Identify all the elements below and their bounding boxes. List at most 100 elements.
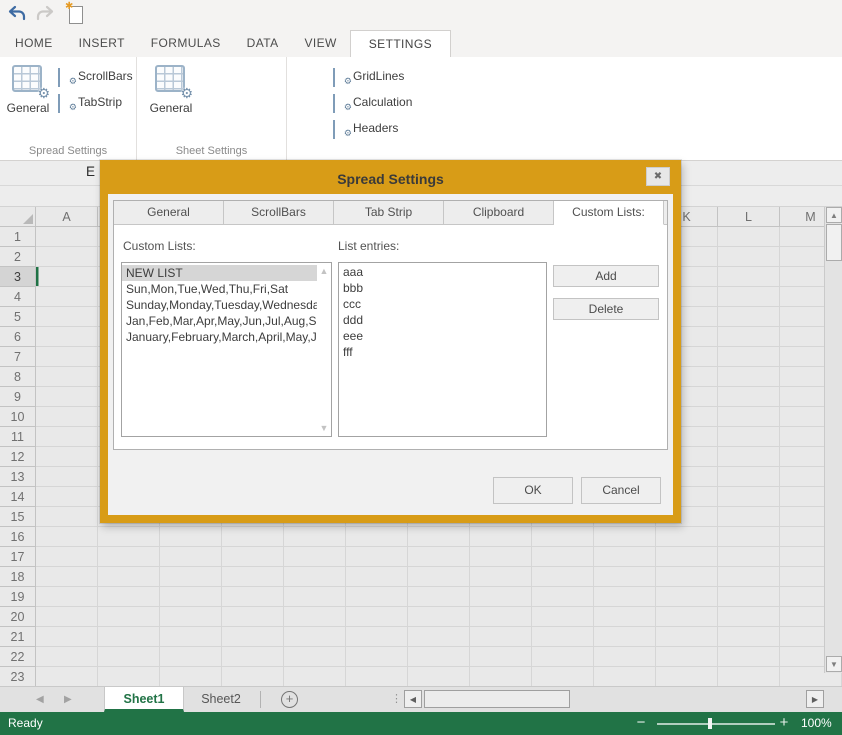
row-header-7[interactable]: 7 <box>0 347 36 367</box>
vertical-scrollbar[interactable]: ▲ ▼ <box>824 207 842 673</box>
row-header-21[interactable]: 21 <box>0 627 36 647</box>
grid-cell[interactable] <box>36 547 98 567</box>
custom-list-item[interactable]: Jan,Feb,Mar,Apr,May,Jun,Jul,Aug,Sep,Oct,… <box>122 313 318 329</box>
sheet-nav-left-icon[interactable]: ◀ <box>36 687 44 712</box>
grid-cell[interactable] <box>36 447 98 467</box>
grid-cell[interactable] <box>98 627 160 647</box>
grid-cell[interactable] <box>284 607 346 627</box>
grid-cell[interactable] <box>98 667 160 687</box>
grid-cell[interactable] <box>36 427 98 447</box>
grid-cell[interactable] <box>718 387 780 407</box>
row-header-11[interactable]: 11 <box>0 427 36 447</box>
custom-list-item[interactable]: January,February,March,April,May,June,Ju… <box>122 329 318 345</box>
grid-cell[interactable] <box>470 547 532 567</box>
ribbon-tab-data[interactable]: DATA <box>234 30 292 57</box>
grid-cell[interactable] <box>222 607 284 627</box>
grid-cell[interactable] <box>718 287 780 307</box>
tabstrip-button[interactable]: ⚙ TabStrip <box>58 92 133 112</box>
list-entries-textarea[interactable]: aaa bbb ccc ddd eee fff <box>338 262 547 437</box>
grid-cell[interactable] <box>346 587 408 607</box>
grid-cell[interactable] <box>656 587 718 607</box>
grid-cell[interactable] <box>470 527 532 547</box>
dialog-tab-tab-strip[interactable]: Tab Strip <box>334 201 444 225</box>
dialog-tab-scrollbars[interactable]: ScrollBars <box>224 201 334 225</box>
add-button[interactable]: Add <box>553 265 659 287</box>
row-header-15[interactable]: 15 <box>0 507 36 527</box>
grid-cell[interactable] <box>718 367 780 387</box>
row-header-4[interactable]: 4 <box>0 287 36 307</box>
sheet-tab-sheet1[interactable]: Sheet1 <box>104 687 184 712</box>
grid-cell[interactable] <box>36 247 98 267</box>
grid-cell[interactable] <box>36 327 98 347</box>
listbox-scroll-up-icon[interactable]: ▲ <box>317 266 331 276</box>
dialog-tab-custom-lists[interactable]: Custom Lists: <box>554 201 664 225</box>
splitter-dots-icon[interactable]: ⋮ <box>391 687 402 712</box>
grid-cell[interactable] <box>98 527 160 547</box>
zoom-out-button[interactable]: − <box>632 712 650 734</box>
grid-cell[interactable] <box>36 467 98 487</box>
grid-cell[interactable] <box>36 307 98 327</box>
headers-button[interactable]: ⚙ Headers <box>333 118 412 138</box>
row-header-13[interactable]: 13 <box>0 467 36 487</box>
grid-cell[interactable] <box>408 527 470 547</box>
grid-cell[interactable] <box>160 587 222 607</box>
grid-cell[interactable] <box>718 327 780 347</box>
grid-cell[interactable] <box>346 627 408 647</box>
grid-cell[interactable] <box>718 247 780 267</box>
ok-button[interactable]: OK <box>493 477 573 504</box>
dialog-tab-clipboard[interactable]: Clipboard <box>444 201 554 225</box>
undo-button[interactable] <box>7 5 31 25</box>
grid-cell[interactable] <box>284 587 346 607</box>
row-header-14[interactable]: 14 <box>0 487 36 507</box>
grid-cell[interactable] <box>222 567 284 587</box>
redo-button[interactable] <box>34 5 58 25</box>
grid-cell[interactable] <box>36 367 98 387</box>
ribbon-tab-settings[interactable]: SETTINGS <box>350 30 451 57</box>
grid-cell[interactable] <box>98 547 160 567</box>
grid-cell[interactable] <box>594 527 656 547</box>
grid-cell[interactable] <box>718 427 780 447</box>
ribbon-tab-view[interactable]: VIEW <box>292 30 350 57</box>
grid-cell[interactable] <box>532 607 594 627</box>
sheet-general-button[interactable]: ⚙ General <box>143 62 199 115</box>
grid-cell[interactable] <box>346 547 408 567</box>
row-header-6[interactable]: 6 <box>0 327 36 347</box>
sheet-tab-sheet2[interactable]: Sheet2 <box>185 687 257 712</box>
grid-cell[interactable] <box>160 627 222 647</box>
grid-cell[interactable] <box>718 667 780 687</box>
grid-cell[interactable] <box>470 607 532 627</box>
grid-cell[interactable] <box>222 547 284 567</box>
grid-cell[interactable] <box>408 607 470 627</box>
grid-cell[interactable] <box>36 587 98 607</box>
new-document-button[interactable] <box>64 5 88 25</box>
grid-cell[interactable] <box>346 527 408 547</box>
row-header-5[interactable]: 5 <box>0 307 36 327</box>
row-header-12[interactable]: 12 <box>0 447 36 467</box>
grid-cell[interactable] <box>408 667 470 687</box>
grid-cell[interactable] <box>284 547 346 567</box>
grid-cell[interactable] <box>222 667 284 687</box>
grid-cell[interactable] <box>532 667 594 687</box>
row-header-17[interactable]: 17 <box>0 547 36 567</box>
sheet-nav-right-icon[interactable]: ▶ <box>64 687 72 712</box>
grid-cell[interactable] <box>284 527 346 547</box>
scrollbars-button[interactable]: ⚙ ScrollBars <box>58 66 133 86</box>
scroll-up-button[interactable]: ▲ <box>826 207 842 223</box>
grid-cell[interactable] <box>284 667 346 687</box>
grid-cell[interactable] <box>222 587 284 607</box>
grid-cell[interactable] <box>656 627 718 647</box>
grid-cell[interactable] <box>656 527 718 547</box>
grid-cell[interactable] <box>594 627 656 647</box>
grid-cell[interactable] <box>718 567 780 587</box>
scroll-down-button[interactable]: ▼ <box>826 656 842 672</box>
row-header-1[interactable]: 1 <box>0 227 36 247</box>
grid-cell[interactable] <box>470 667 532 687</box>
grid-cell[interactable] <box>160 667 222 687</box>
grid-cell[interactable] <box>98 587 160 607</box>
grid-cell[interactable] <box>718 307 780 327</box>
grid-cell[interactable] <box>36 627 98 647</box>
row-header-10[interactable]: 10 <box>0 407 36 427</box>
grid-cell[interactable] <box>718 607 780 627</box>
row-header-2[interactable]: 2 <box>0 247 36 267</box>
ribbon-tab-home[interactable]: HOME <box>2 30 66 57</box>
